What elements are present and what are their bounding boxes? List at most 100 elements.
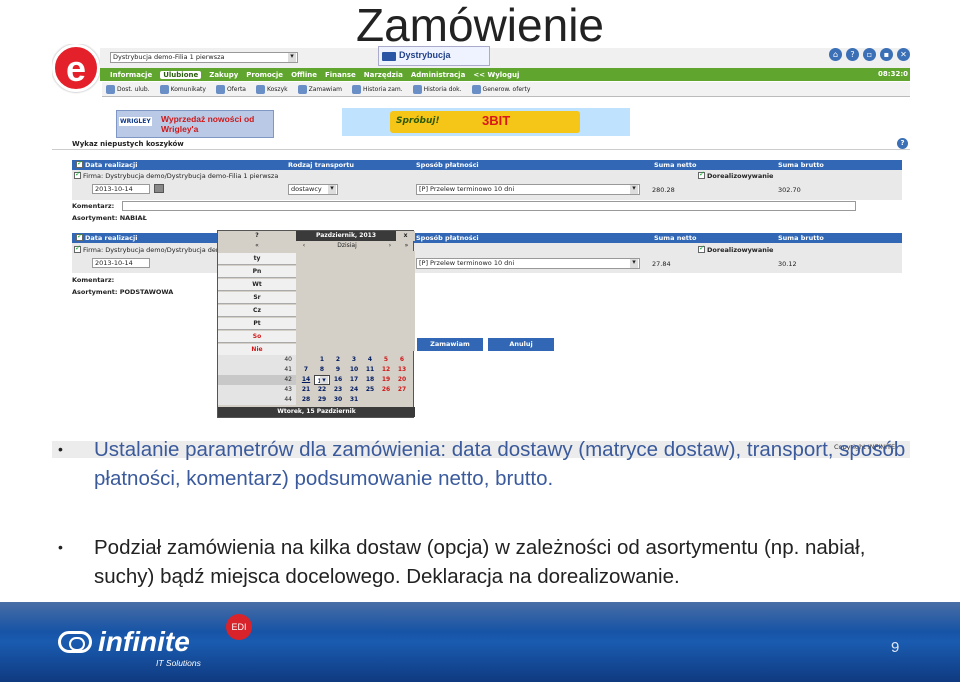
- help-icon[interactable]: ?: [897, 138, 908, 149]
- next-month-button[interactable]: ›: [382, 241, 398, 251]
- main-menu: Informacje Ulubione Zakupy Promocje Offl…: [100, 68, 910, 81]
- calendar-day[interactable]: 5: [378, 355, 394, 365]
- calendar-day[interactable]: 9: [330, 365, 346, 375]
- col-platnosc: Sposób płatności: [416, 234, 479, 242]
- help-icon[interactable]: ?: [846, 48, 859, 61]
- col-netto: Suma netto: [654, 161, 697, 169]
- menu-ulubione[interactable]: Ulubione: [160, 70, 202, 79]
- tool-zamawiam[interactable]: Zamawiam: [297, 84, 342, 94]
- company-select[interactable]: Dystrybucja demo-Filia 1 pierwsza: [110, 52, 298, 63]
- calendar-day[interactable]: 18: [362, 375, 378, 385]
- prev-year-button[interactable]: «: [218, 241, 296, 251]
- tool-label: Historia dok.: [423, 85, 462, 93]
- help-icon[interactable]: ?: [218, 231, 296, 241]
- menu-informacje[interactable]: Informacje: [110, 71, 152, 79]
- calendar-day[interactable]: 23: [330, 385, 346, 395]
- comment-field[interactable]: [122, 201, 856, 211]
- calendar-day[interactable]: 8: [314, 365, 330, 375]
- tool-koszyk[interactable]: Koszyk: [255, 84, 288, 94]
- slide-footer: infinite EDI IT Solutions: [0, 602, 960, 682]
- netto-value: 280.28: [652, 186, 675, 194]
- close-icon[interactable]: ✕: [897, 48, 910, 61]
- calendar-day[interactable]: 1: [314, 355, 330, 365]
- bullet-2: • Podział zamówienia na kilka dostaw (op…: [58, 533, 918, 591]
- calendar-day[interactable]: 12: [378, 365, 394, 375]
- week-number: 40: [218, 355, 296, 365]
- prev-month-button[interactable]: ‹: [296, 241, 312, 251]
- calendar-day[interactable]: 17: [346, 375, 362, 385]
- firm-checkbox[interactable]: [74, 244, 81, 253]
- menu-finanse[interactable]: Finanse: [325, 71, 356, 79]
- next-year-button[interactable]: »: [398, 241, 415, 251]
- tool-historia-zam[interactable]: Historia zam.: [352, 84, 403, 94]
- calendar-day[interactable]: 24: [346, 385, 362, 395]
- menu-offline[interactable]: Offline: [291, 71, 317, 79]
- calendar-day[interactable]: 29: [314, 395, 330, 405]
- calendar-day[interactable]: 28: [298, 395, 314, 405]
- cancel-button[interactable]: Anuluj: [488, 338, 554, 351]
- generate-icon: [471, 84, 481, 94]
- tool-komunikaty[interactable]: Komunikaty: [159, 84, 206, 94]
- calendar-day[interactable]: 11: [362, 365, 378, 375]
- order-button[interactable]: Zamawiam: [417, 338, 483, 351]
- document-icon: [215, 84, 225, 94]
- menu-zakupy[interactable]: Zakupy: [209, 71, 238, 79]
- calendar-day[interactable]: 3: [346, 355, 362, 365]
- wrigley-banner[interactable]: WRIGLEY Wyprzedaż nowości od Wrigley'a: [116, 110, 274, 138]
- calendar-day[interactable]: 25: [362, 385, 378, 395]
- dorealizowanie-checkbox[interactable]: [698, 244, 705, 253]
- date-picker: ? Pazdziernik, 2013 x « ‹ Dzisiaj › » ty…: [217, 230, 415, 418]
- home-icon[interactable]: ⌂: [829, 48, 842, 61]
- promo-left: Spróbuj!: [396, 116, 440, 126]
- promo-banner[interactable]: Spróbuj! 3BIT: [342, 108, 630, 136]
- payment-select[interactable]: [P] Przelew terminowo 10 dni: [416, 184, 640, 195]
- menu-narzedzia[interactable]: Narzędzia: [364, 71, 403, 79]
- tool-dost-ulub[interactable]: Dost. ulub.: [106, 84, 150, 94]
- calendar-day[interactable]: 2: [330, 355, 346, 365]
- calendar-day[interactable]: 16: [330, 375, 346, 385]
- dorealizowanie: Dorealizowywanie: [698, 244, 773, 254]
- tool-historia-dok[interactable]: Historia dok.: [412, 84, 462, 94]
- calendar-day[interactable]: 19: [378, 375, 394, 385]
- month-label: Pazdziernik, 2013: [296, 231, 396, 241]
- date-field[interactable]: 2013-10-14: [92, 258, 150, 268]
- calendar-day[interactable]: 30: [330, 395, 346, 405]
- calendar-day[interactable]: 26: [378, 385, 394, 395]
- firm-checkbox[interactable]: [74, 170, 81, 179]
- window-icon[interactable]: ▫: [863, 48, 876, 61]
- calendar-day[interactable]: 31: [346, 395, 362, 405]
- calendar-day[interactable]: 27: [394, 385, 410, 395]
- menu-wyloguj[interactable]: << Wyloguj: [473, 71, 519, 79]
- weekday-label: So: [218, 331, 296, 343]
- calendar-day[interactable]: 21: [298, 385, 314, 395]
- calendar-icon[interactable]: [154, 184, 164, 193]
- dorealizowanie-label: Dorealizowywanie: [707, 172, 774, 180]
- today-button[interactable]: Dzisiaj: [312, 241, 382, 251]
- tool-oferta[interactable]: Oferta: [215, 84, 246, 94]
- calendar-day[interactable]: 4: [362, 355, 378, 365]
- print-icon[interactable]: ▪: [880, 48, 893, 61]
- calendar-day[interactable]: 6: [394, 355, 410, 365]
- menu-promocje[interactable]: Promocje: [246, 71, 283, 79]
- checkbox[interactable]: [76, 159, 83, 168]
- calendar-day[interactable]: 22: [314, 385, 330, 395]
- calendar-day[interactable]: 20: [394, 375, 410, 385]
- calendar-day[interactable]: 13: [394, 365, 410, 375]
- close-icon[interactable]: x: [396, 231, 415, 241]
- calendar-day-selected[interactable]: 15: [314, 375, 330, 385]
- tool-generow-oferty[interactable]: Generow. oferty: [471, 84, 530, 94]
- calendar-day-today[interactable]: 14: [298, 375, 314, 385]
- weekday-label: Pn: [218, 266, 296, 278]
- transport-select[interactable]: dostawcy: [288, 184, 338, 195]
- section-title: Wykaz niepustych koszyków ?: [52, 138, 910, 150]
- calendar-day[interactable]: 7: [298, 365, 314, 375]
- menu-administracja[interactable]: Administracja: [411, 71, 465, 79]
- col-netto: Suma netto: [654, 234, 697, 242]
- checkbox[interactable]: [76, 232, 83, 241]
- tool-label: Komunikaty: [170, 85, 206, 93]
- date-field[interactable]: 2013-10-14: [92, 184, 150, 194]
- payment-select[interactable]: [P] Przelew terminowo 10 dni: [416, 258, 640, 269]
- calendar-day[interactable]: 10: [346, 365, 362, 375]
- col-label: Data realizacji: [85, 234, 138, 242]
- dorealizowanie-checkbox[interactable]: [698, 170, 705, 179]
